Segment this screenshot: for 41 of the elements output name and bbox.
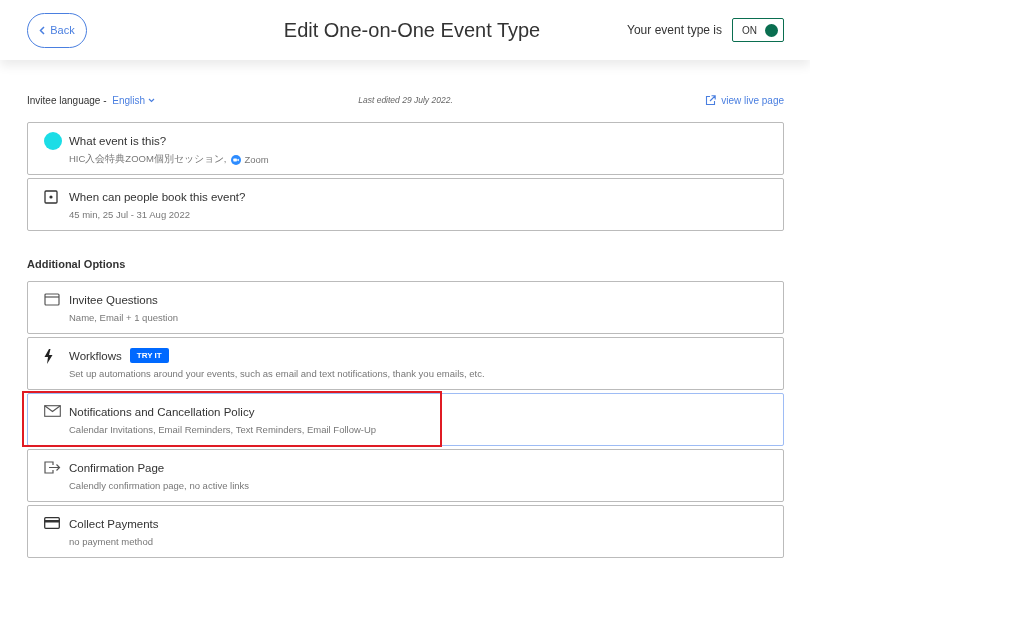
card-subtitle: Calendly confirmation page, no active links [69,480,250,491]
card-title: What event is this? [69,134,167,147]
credit-card-icon [44,517,60,529]
on-off-toggle[interactable]: ON [732,18,784,42]
form-icon [44,293,60,306]
card-title: Workflows [69,349,122,362]
try-it-badge: TRY IT [129,348,169,363]
section-heading: Additional Options [27,258,127,270]
option-card[interactable]: Workflows TRY IT Set up automations around your events, such as email and text notifications, thank you emails, etc. [27,337,784,390]
status-label: Your event type is [627,23,722,37]
language-label: Invitee language - [27,94,108,106]
envelope-icon [44,405,61,417]
card-title: Invitee Questions [69,293,158,306]
card-subtitle: HIC入会特典ZOOM個別セッション, [69,153,227,166]
card-subtitle: no payment method [69,536,153,547]
option-card[interactable]: Collect Payments no payment method [27,505,784,558]
card-title: Confirmation Page [69,461,165,474]
location-text: Zoom [244,154,269,165]
card-subtitle: Name, Email + 1 question [69,312,179,323]
video-camera-icon [230,154,241,165]
chevron-left-icon [39,25,46,35]
lightning-bolt-icon [44,349,53,364]
chevron-down-icon [148,97,156,103]
card-title: Collect Payments [69,517,159,530]
event-card[interactable]: What event is this? HIC入会特典ZOOM個別セッション, Zoom [27,122,784,175]
card-subtitle: Calendar Invitations, Email Reminders, Text Reminders, Email Follow-Up [69,424,377,435]
option-card[interactable]: Confirmation Page Calendly confirmation page, no active links [27,449,784,502]
calendar-icon [44,190,58,204]
card-subtitle: Set up automations around your events, such as email and text notifications, thank you emails, etc. [69,368,485,379]
option-card[interactable]: Invitee Questions Name, Email + 1 question [27,281,784,334]
external-link-icon [705,94,717,106]
view-live-page-link[interactable]: view live page [584,94,784,106]
card-title: Notifications and Cancellation Policy [69,405,255,418]
card-title: When can people book this event? [69,190,246,203]
card-subtitle: 45 min, 25 Jul - 31 Aug 2022 [69,209,190,220]
event-card[interactable]: When can people book this event? 45 min, 25 Jul - 31 Aug 2022 [27,178,784,231]
exit-arrow-icon [44,461,61,474]
last-edited-text: Last edited 29 July 2022. [358,93,453,107]
back-button[interactable]: Back [27,12,87,48]
page-title: Edit One-on-One Event Type [283,18,541,42]
language-dropdown[interactable]: English [112,94,156,106]
